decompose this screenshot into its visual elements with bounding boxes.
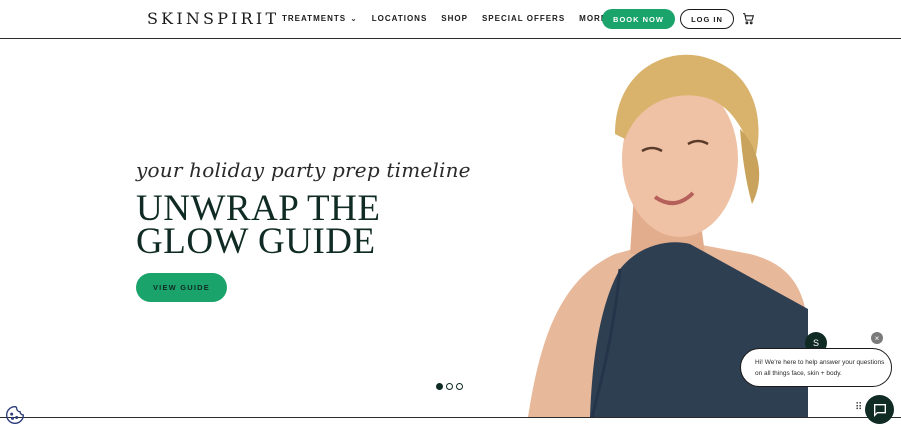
site-header: SKINSPIRIT TREATMENTS ⌄ LOCATIONS SHOP S…: [0, 0, 901, 39]
nav-shop-label: SHOP: [441, 14, 468, 23]
hero-tagline: your holiday party prep timeline: [136, 158, 471, 182]
view-guide-button[interactable]: VIEW GUIDE: [136, 273, 227, 302]
log-in-button[interactable]: LOG IN: [680, 9, 734, 29]
chevron-down-icon: ⌄: [350, 14, 358, 23]
nav-treatments-label: TREATMENTS: [282, 14, 347, 23]
headline-line-2: GLOW GUIDE: [136, 221, 376, 262]
cart-icon[interactable]: [742, 12, 755, 25]
chat-message-bubble[interactable]: Hi! We're here to help answer your quest…: [740, 348, 892, 387]
chat-close-button[interactable]: ×: [871, 332, 883, 344]
nav-shop[interactable]: SHOP: [441, 14, 468, 23]
drag-handle-icon[interactable]: ⠿: [855, 402, 862, 413]
carousel-dots: [436, 383, 463, 390]
nav-special-offers-label: SPECIAL OFFERS: [481, 14, 566, 23]
carousel-dot-3[interactable]: [456, 383, 463, 390]
brand-logo[interactable]: SKINSPIRIT: [147, 9, 279, 28]
nav-locations-label: LOCATIONS: [371, 14, 428, 23]
section-divider: [0, 417, 901, 418]
chat-launcher-button[interactable]: [865, 395, 894, 424]
nav-special-offers[interactable]: SPECIAL OFFERS: [482, 14, 565, 23]
hero-headline: UNWRAP THE GLOW GUIDE: [136, 190, 380, 262]
nav-locations[interactable]: LOCATIONS: [372, 14, 428, 23]
carousel-dot-1[interactable]: [436, 383, 443, 390]
nav-treatments[interactable]: TREATMENTS ⌄: [282, 14, 358, 23]
book-now-button[interactable]: BOOK NOW: [602, 9, 675, 29]
carousel-dot-2[interactable]: [446, 383, 453, 390]
cookie-icon[interactable]: [5, 405, 25, 425]
main-nav: TREATMENTS ⌄ LOCATIONS SHOP SPECIAL OFFE…: [282, 14, 633, 23]
chat-bubble-icon: [873, 403, 886, 417]
